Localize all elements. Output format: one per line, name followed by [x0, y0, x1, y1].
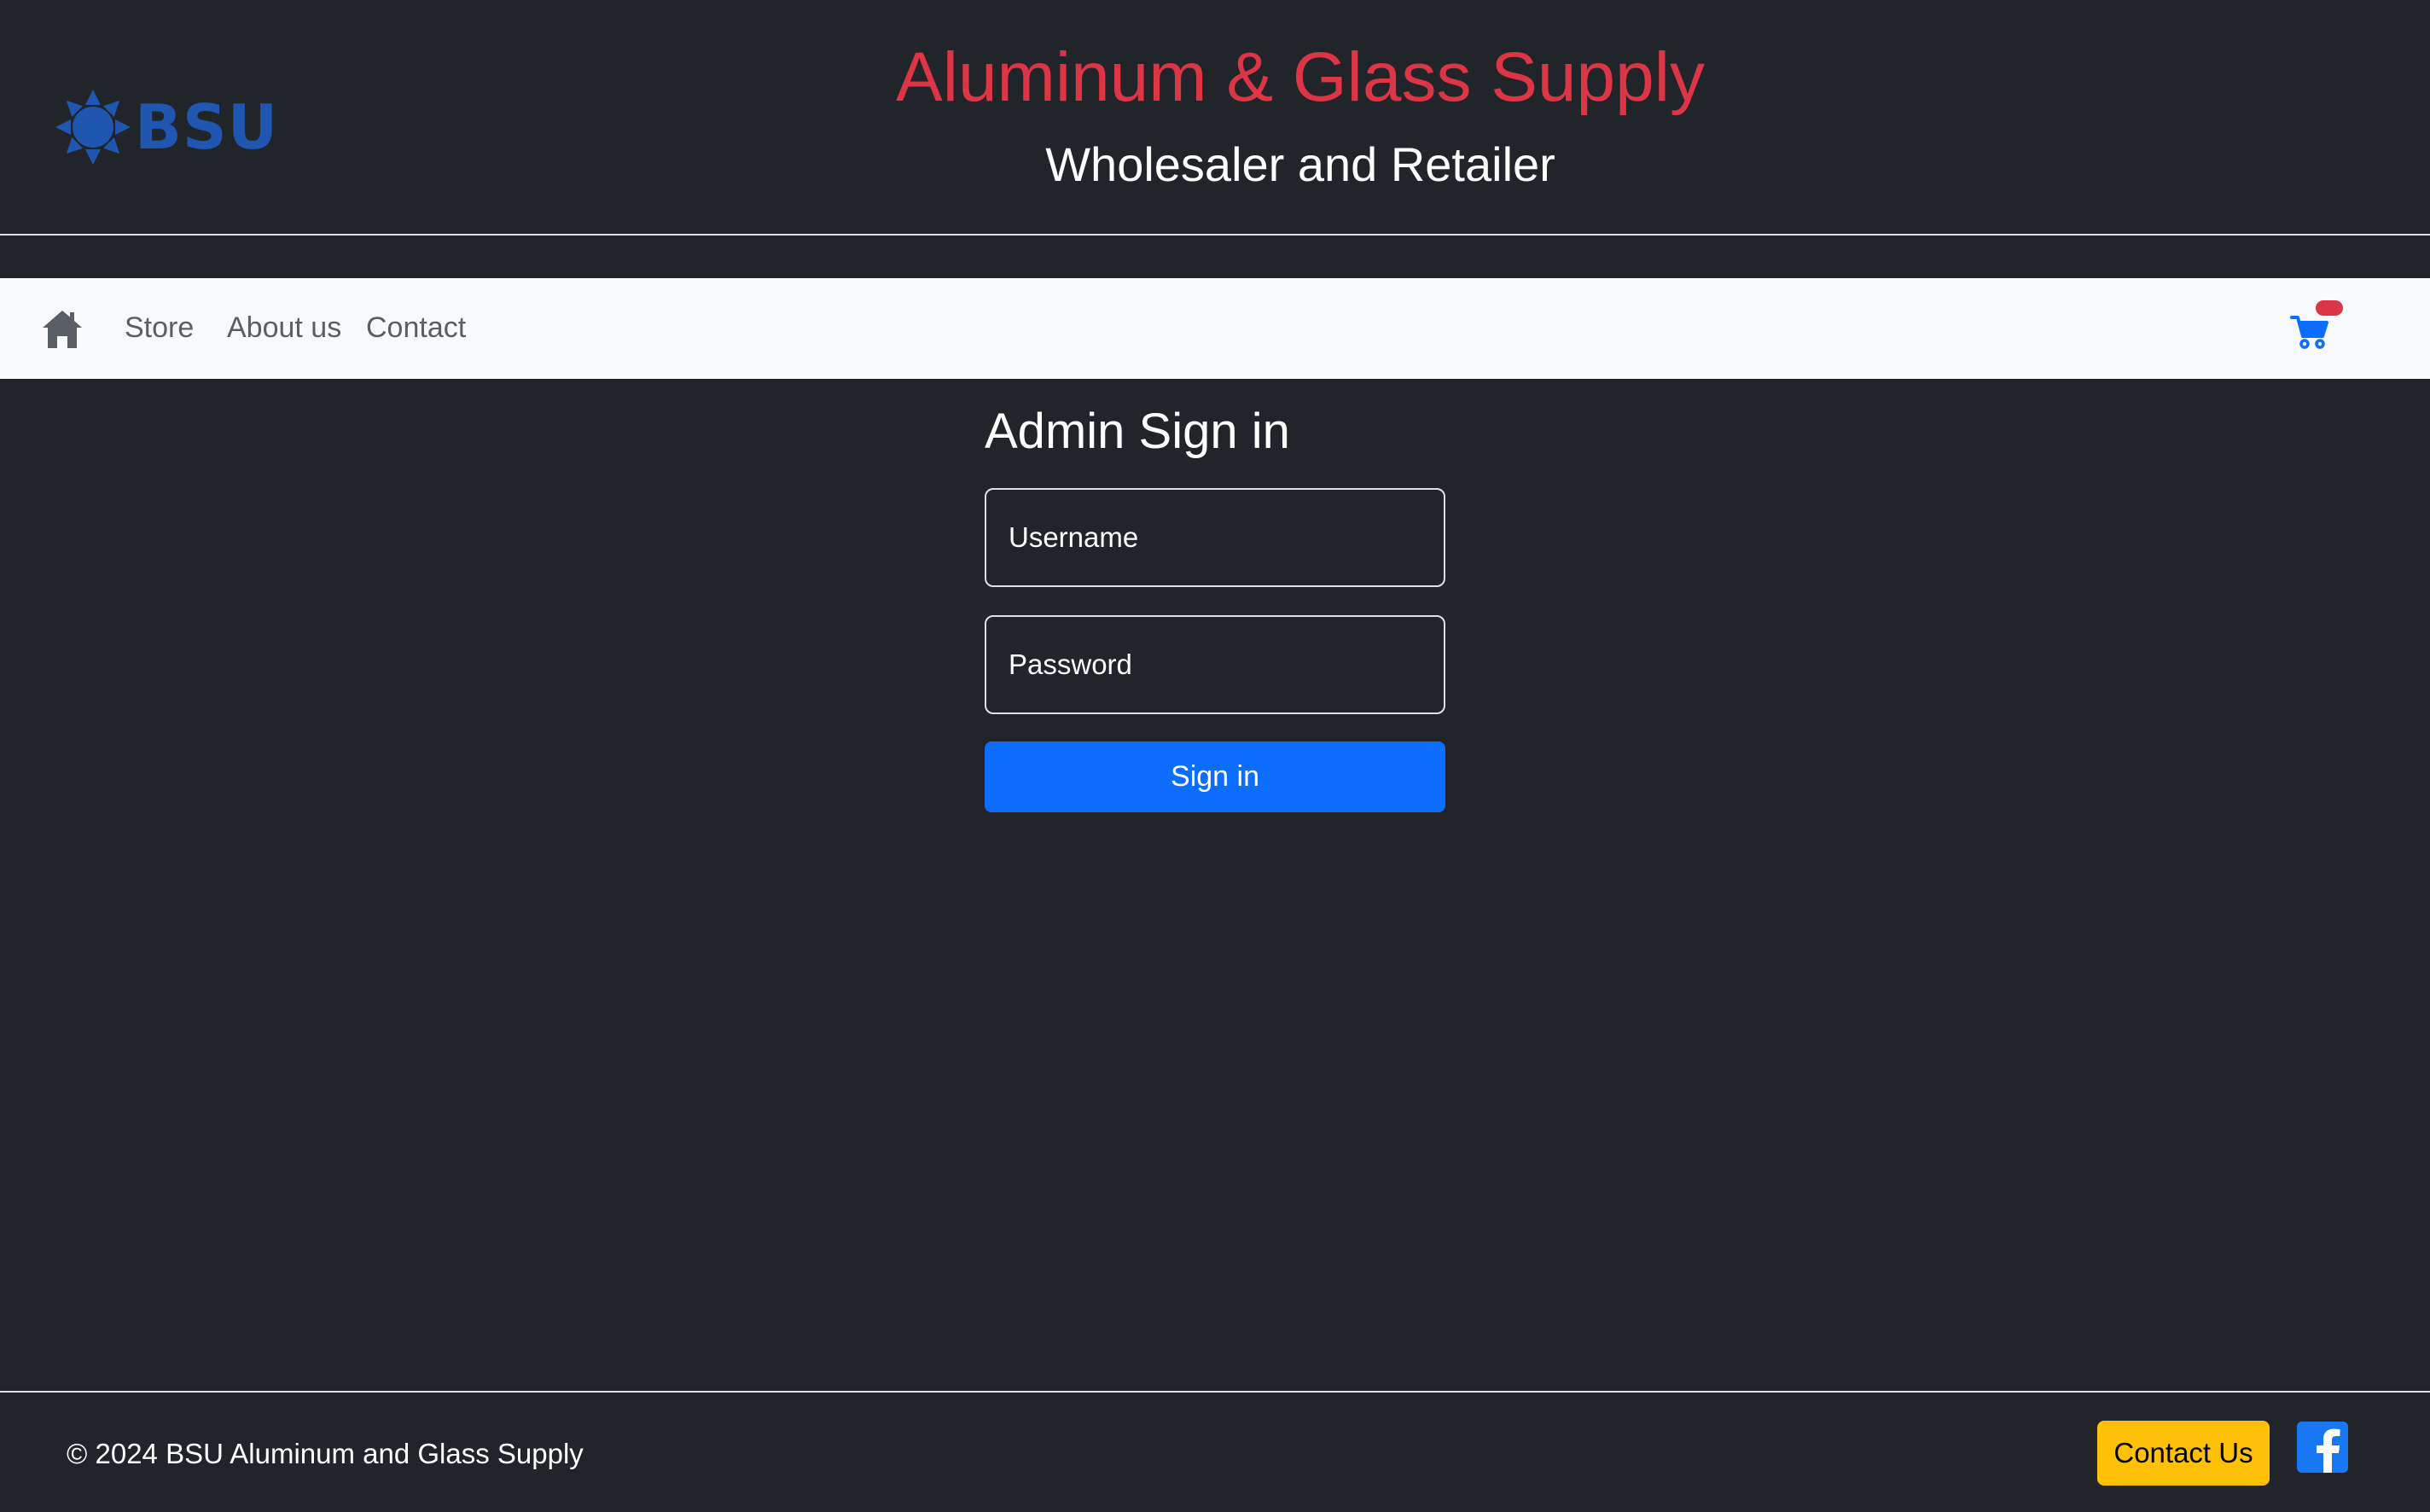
cart-count-badge: [2316, 300, 2343, 316]
nav-link-store[interactable]: Store: [125, 311, 194, 346]
contact-us-button[interactable]: Contact Us: [2097, 1421, 2270, 1486]
copyright-text: © 2024 BSU Aluminum and Glass Supply: [67, 1438, 584, 1469]
nav-link-contact[interactable]: Contact: [366, 311, 466, 346]
password-field[interactable]: [985, 615, 1445, 714]
nav-link-about-us[interactable]: About us: [227, 311, 341, 346]
password-input[interactable]: [986, 617, 1444, 712]
site-footer: © 2024 BSU Aluminum and Glass Supply Con…: [0, 1391, 2430, 1512]
cart-button[interactable]: [2290, 312, 2329, 350]
facebook-icon: [2297, 1422, 2348, 1473]
cart-icon: [2290, 316, 2328, 349]
site-header: BSU Aluminum & Glass Supply Wholesaler a…: [0, 0, 2430, 236]
facebook-link[interactable]: [2297, 1422, 2348, 1473]
username-field[interactable]: [985, 488, 1445, 587]
main-navbar: Store About us Contact: [0, 278, 2430, 379]
site-title: Aluminum & Glass Supply: [896, 38, 1705, 116]
signin-button[interactable]: Sign in: [985, 741, 1445, 812]
signin-title: Admin Sign in: [985, 404, 1290, 459]
home-link[interactable]: [41, 309, 84, 350]
home-icon: [43, 311, 82, 348]
site-subtitle: Wholesaler and Retailer: [1045, 137, 1555, 191]
username-input[interactable]: [986, 490, 1444, 585]
